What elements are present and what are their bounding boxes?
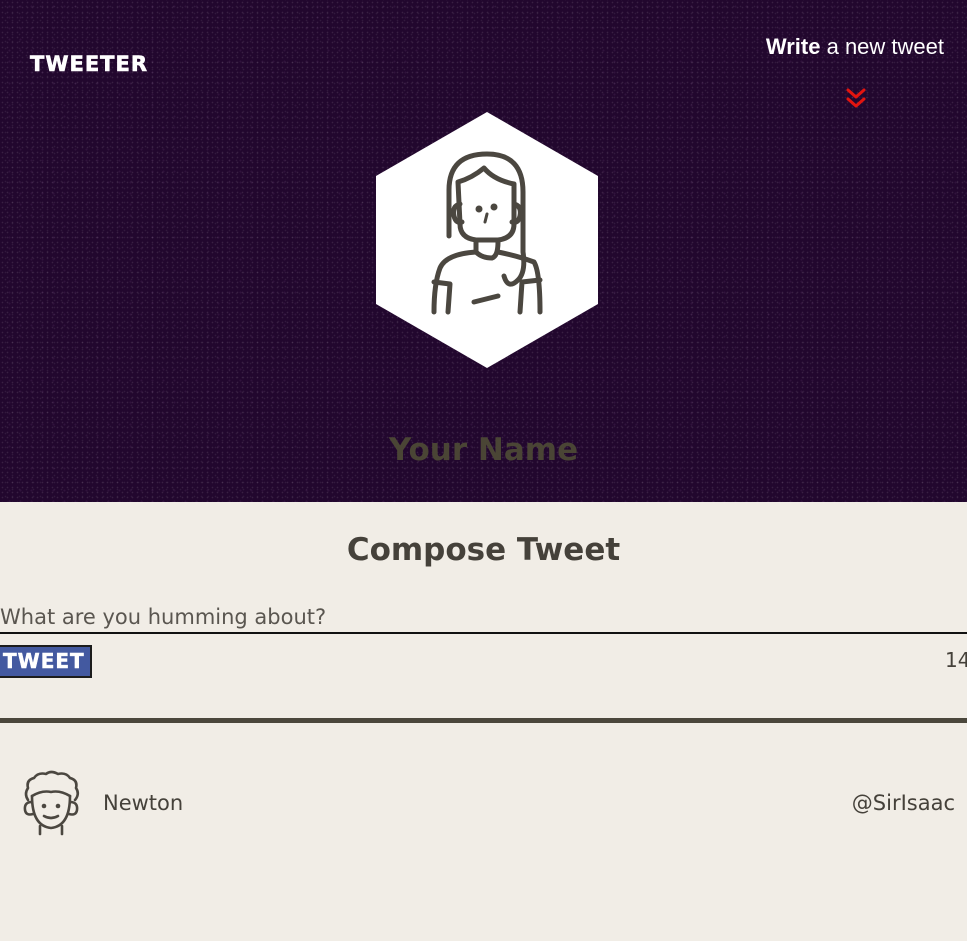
woman-avatar-icon [376, 112, 598, 368]
section-divider [0, 718, 967, 723]
profile-name: Your Name [388, 432, 579, 468]
tweet-author-name: Newton [103, 791, 184, 815]
profile-header: TWEETER Write a new tweet Your Name [0, 0, 967, 502]
tweet-list-item: Newton @SirIsaac [0, 766, 967, 842]
tweet-submit-button[interactable]: TWEET [0, 645, 92, 678]
character-counter: 140 [945, 648, 967, 672]
brand-logo[interactable]: TWEETER [30, 52, 148, 77]
tweet-author-handle: @SirIsaac [851, 791, 955, 815]
write-link-rest: a new tweet [820, 34, 944, 59]
double-chevron-down-icon[interactable] [843, 86, 869, 112]
compose-title: Compose Tweet [346, 532, 621, 568]
tweet-text-input[interactable] [0, 601, 967, 634]
write-new-tweet-link[interactable]: Write a new tweet [766, 34, 944, 60]
write-link-bold: Write [765, 34, 821, 59]
curly-hair-man-avatar-icon [23, 770, 80, 836]
